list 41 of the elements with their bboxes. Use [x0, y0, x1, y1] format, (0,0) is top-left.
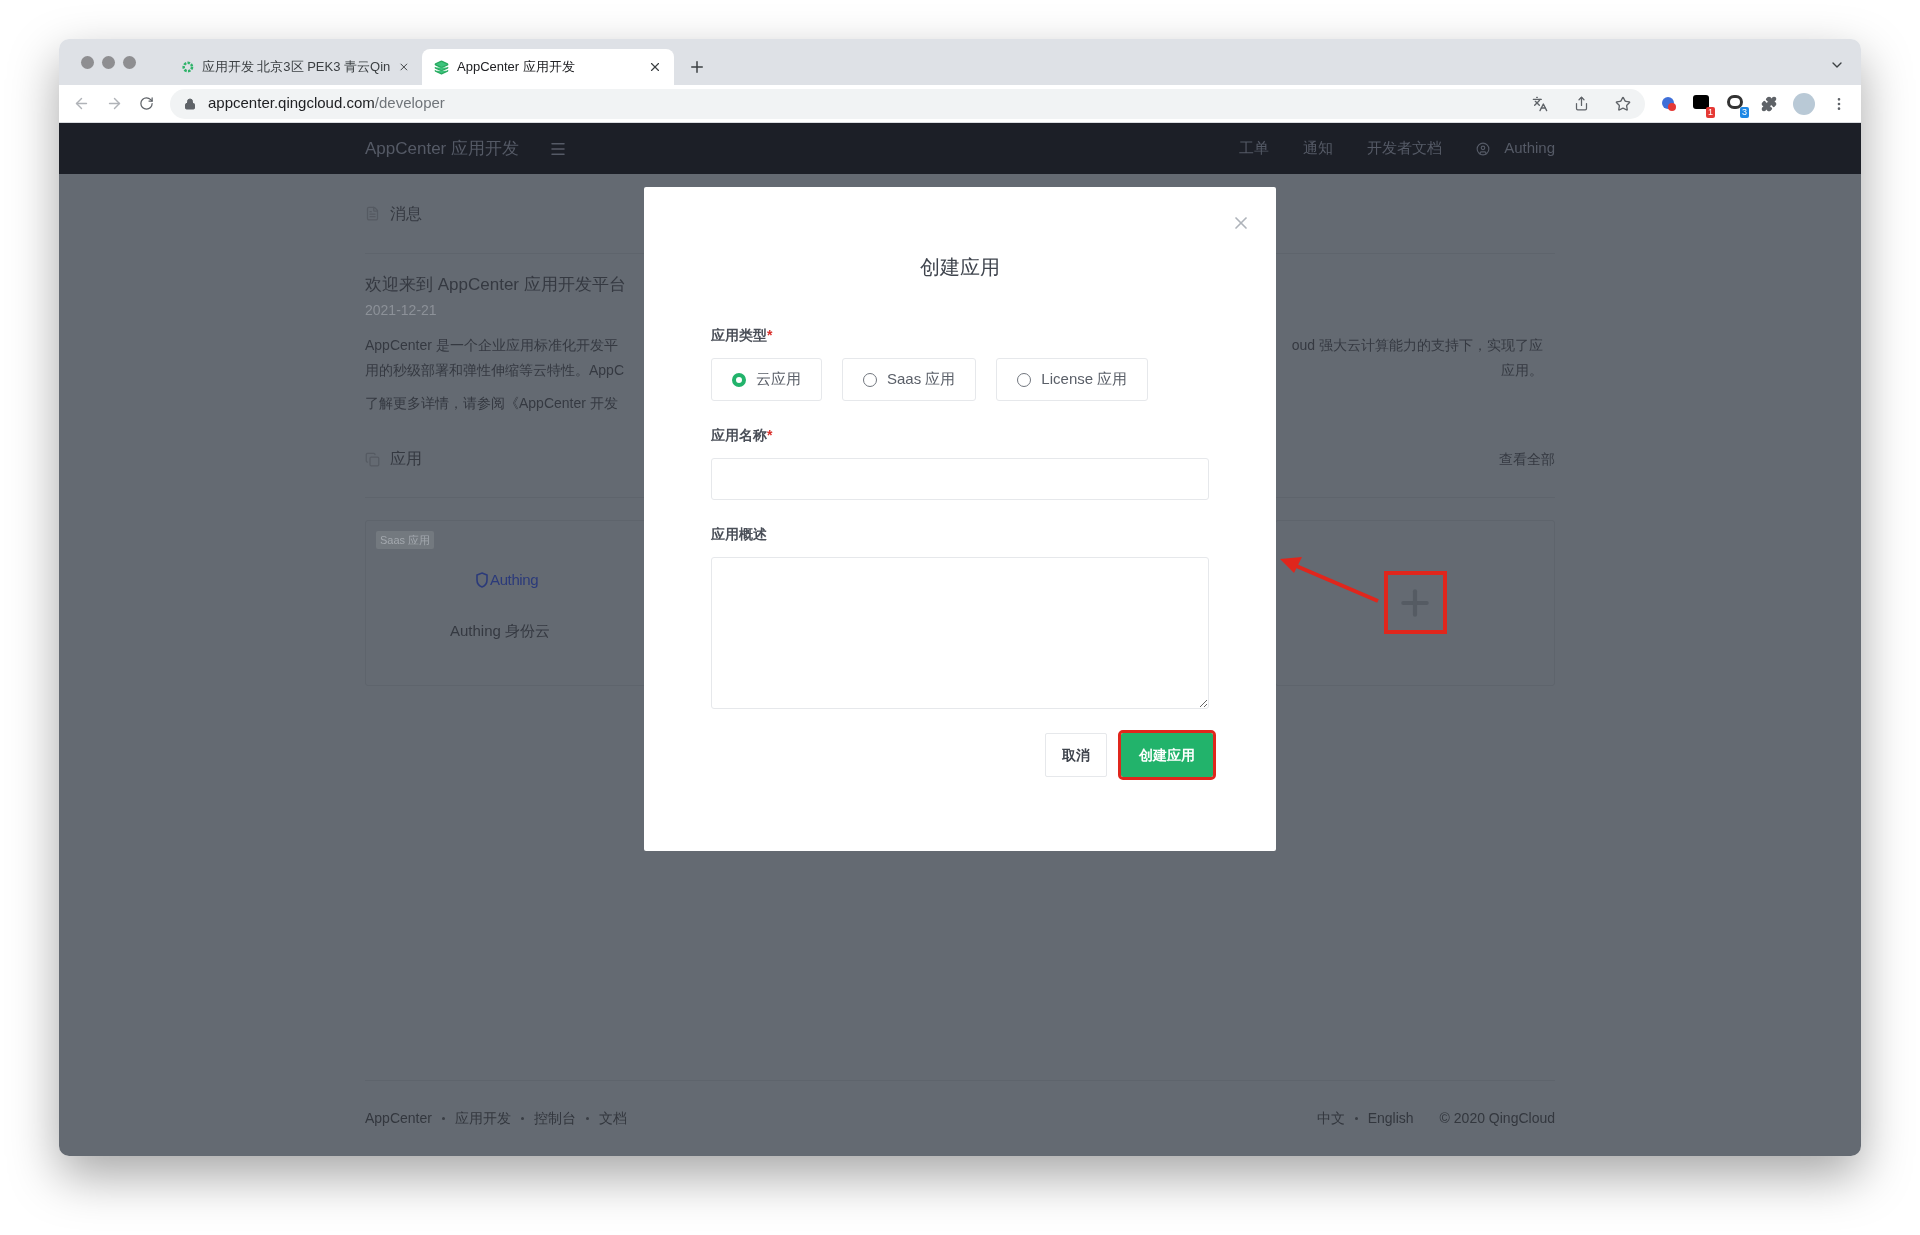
- app-description-input[interactable]: [711, 557, 1209, 709]
- shield-icon: [476, 572, 488, 589]
- close-icon[interactable]: [648, 60, 662, 74]
- dialog-title: 创建应用: [920, 255, 1000, 280]
- radio-icon: [732, 372, 746, 387]
- extension-badge: 3: [1740, 106, 1749, 118]
- browser-tab[interactable]: 应用开发 北京3区 PEK3 青云Qin: [170, 49, 422, 85]
- translate-icon[interactable]: [1532, 95, 1548, 112]
- reload-icon[interactable]: [139, 96, 154, 111]
- dialog-button[interactable]: 取消: [1045, 733, 1107, 777]
- user-icon: [1476, 141, 1491, 156]
- radio-option[interactable]: License 应用: [996, 358, 1149, 401]
- lock-icon: [184, 97, 196, 110]
- radio-option[interactable]: 云应用: [711, 358, 822, 401]
- share-icon[interactable]: [1574, 96, 1589, 111]
- address-bar[interactable]: appcenter.qingcloud.com/developer: [170, 88, 1645, 119]
- required-mark: *: [767, 426, 773, 445]
- star-icon[interactable]: [1615, 95, 1631, 112]
- field-label: 应用名称: [711, 426, 767, 445]
- layers-icon: [434, 59, 449, 75]
- browser-tab[interactable]: AppCenter 应用开发: [422, 49, 674, 85]
- nav-link[interactable]: 通知: [1303, 137, 1334, 160]
- app-name-input[interactable]: [711, 458, 1209, 500]
- dialog-button[interactable]: 创建应用: [1121, 733, 1213, 777]
- extension-icon[interactable]: [1693, 94, 1709, 109]
- new-tab-icon[interactable]: [688, 58, 706, 76]
- user-name[interactable]: Authing: [1504, 137, 1555, 160]
- required-mark: *: [767, 326, 773, 345]
- app-logo-text: Authing: [490, 570, 539, 590]
- field-label: 应用类型: [711, 326, 767, 345]
- extension-badge: 1: [1706, 106, 1715, 118]
- field-label: 应用概述: [711, 525, 767, 544]
- close-icon[interactable]: [398, 60, 410, 74]
- radio-option[interactable]: Saas 应用: [842, 358, 977, 401]
- puzzle-icon[interactable]: [1761, 95, 1777, 112]
- nav-link[interactable]: 开发者文档: [1367, 137, 1443, 160]
- url-text: appcenter.qingcloud.com/developer: [208, 93, 445, 114]
- tab-title: AppCenter 应用开发: [457, 58, 576, 77]
- nav-link[interactable]: 工单: [1239, 137, 1270, 160]
- app-brand[interactable]: AppCenter 应用开发: [365, 135, 519, 162]
- tab-title: 应用开发 北京3区 PEK3 青云Qin: [201, 58, 391, 77]
